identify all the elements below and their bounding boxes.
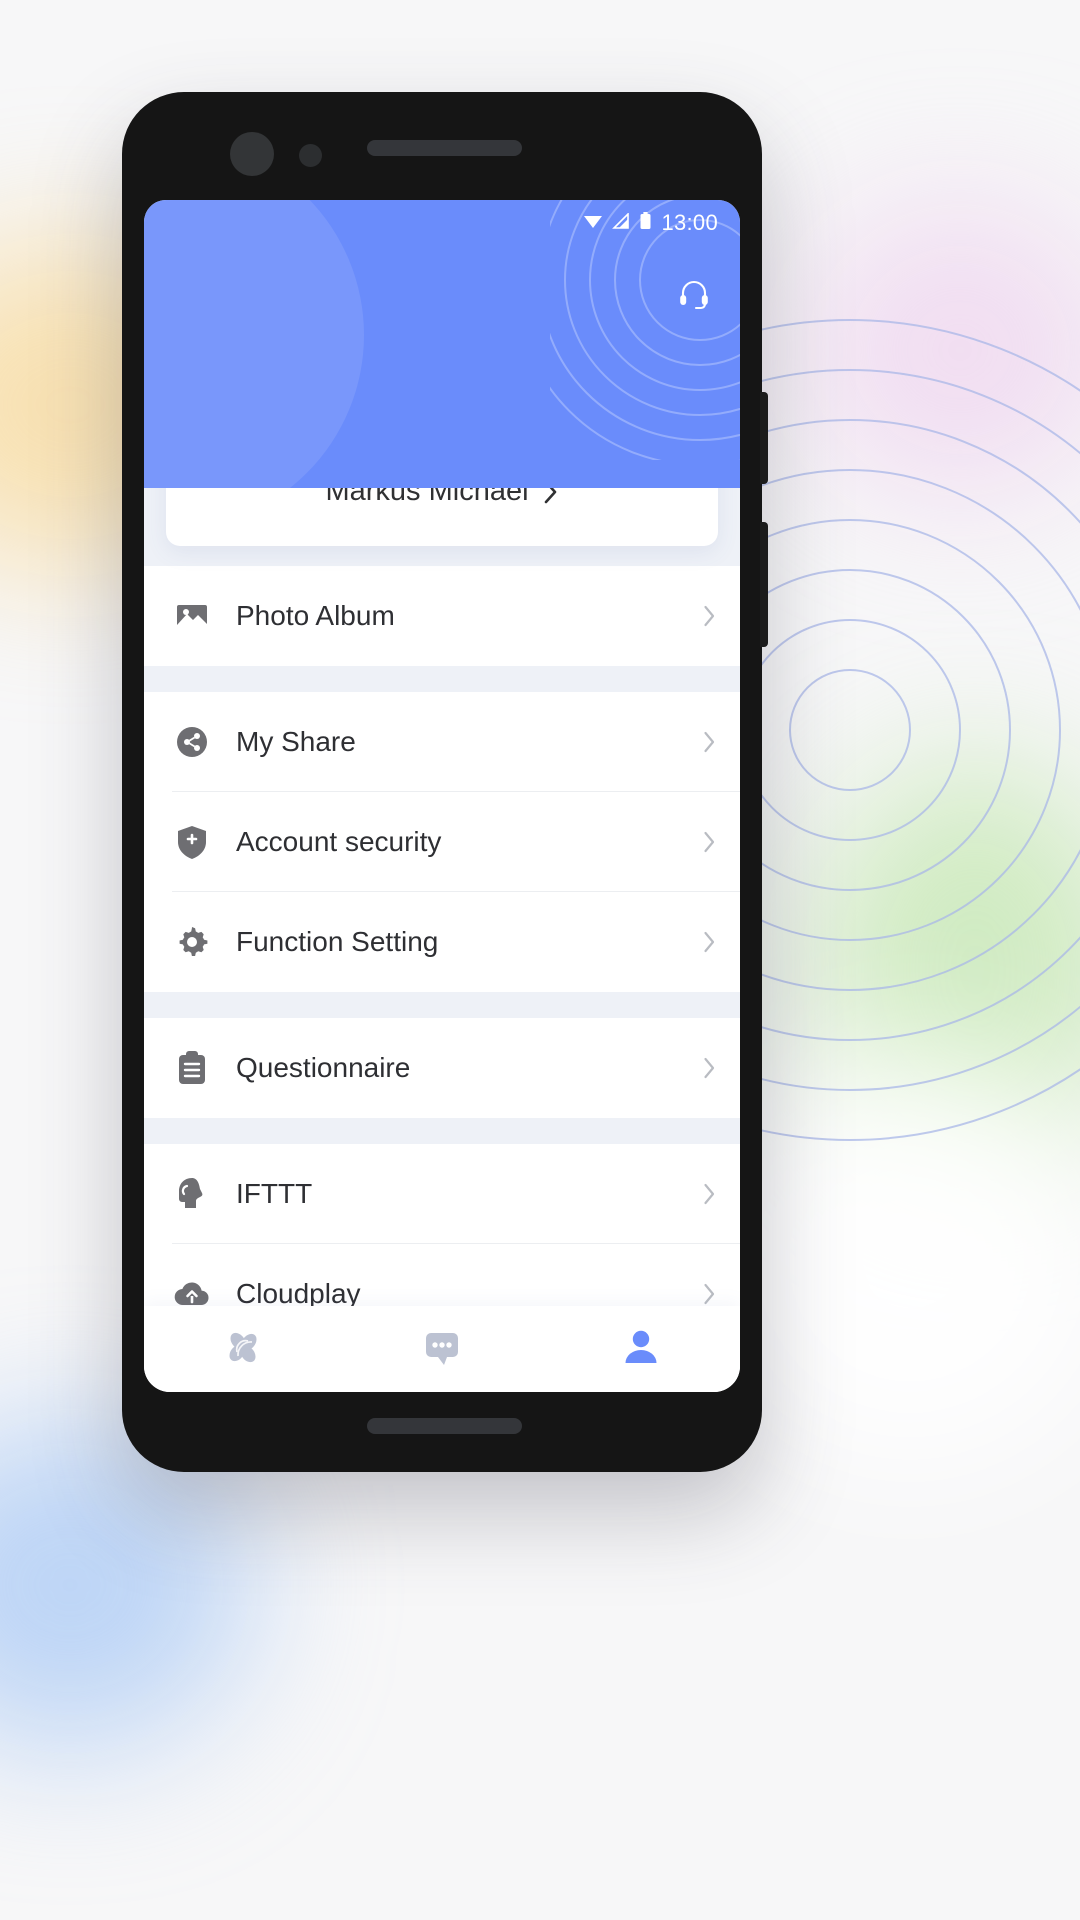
menu-item-function-setting[interactable]: Function Setting [144, 892, 740, 992]
power-button[interactable] [760, 392, 768, 484]
group-separator [144, 992, 740, 1018]
menu-item-photo-album[interactable]: Photo Album [144, 566, 740, 666]
status-time: 13:00 [661, 210, 718, 235]
person-icon [619, 1325, 663, 1374]
menu-item-ifttt[interactable]: IFTTT [144, 1144, 740, 1244]
headset-icon [676, 276, 712, 317]
volume-button[interactable] [760, 522, 768, 647]
camera-sensor-icon [299, 144, 322, 167]
menu-list: Photo Album My Share Account security Fu… [144, 488, 740, 1344]
profile-name: Markus Michael [325, 488, 529, 507]
signal-icon [612, 211, 630, 234]
clipboard-icon [172, 1048, 212, 1088]
menu-group: My Share Account security Function Setti… [144, 692, 740, 992]
customer-support-button[interactable] [672, 274, 716, 318]
chevron-right-icon [543, 488, 559, 505]
menu-item-account-security[interactable]: Account security [144, 792, 740, 892]
status-bar: 13:00 [144, 200, 740, 246]
menu-item-label: IFTTT [236, 1178, 313, 1209]
chevron-right-icon [703, 605, 716, 627]
profile-header: 13:00 [144, 200, 740, 488]
group-separator [144, 666, 740, 692]
chevron-right-icon [703, 731, 716, 753]
menu-group: Questionnaire [144, 1018, 740, 1118]
gear-icon [172, 922, 212, 962]
menu-item-label: Photo Album [236, 600, 395, 631]
group-separator [144, 1118, 740, 1144]
menu-item-label: My Share [236, 726, 356, 757]
head-profile-icon [172, 1174, 212, 1214]
chat-bubble-icon [420, 1325, 464, 1374]
chevron-right-icon [703, 1283, 716, 1305]
profile-card[interactable]: Markus Michael [166, 488, 718, 546]
nav-item-profile[interactable] [541, 1306, 740, 1392]
menu-item-label: Questionnaire [236, 1052, 411, 1083]
chevron-right-icon [703, 931, 716, 953]
phone-screen: 13:00 Markus Michael Photo Album My Shar… [144, 200, 740, 1392]
profile-name-row[interactable]: Markus Michael [325, 488, 558, 508]
chevron-right-icon [703, 1183, 716, 1205]
chevron-right-icon [703, 831, 716, 853]
wifi-icon [583, 213, 603, 234]
nav-item-messages[interactable] [343, 1306, 542, 1392]
earpiece-speaker [367, 140, 522, 156]
camera-lens-icon [230, 132, 274, 176]
menu-item-my-share[interactable]: My Share [144, 692, 740, 792]
phone-frame: 13:00 Markus Michael Photo Album My Shar… [122, 92, 768, 1472]
bottom-speaker [367, 1418, 522, 1434]
menu-item-label: Function Setting [236, 926, 439, 957]
battery-icon [639, 211, 652, 235]
menu-item-questionnaire[interactable]: Questionnaire [144, 1018, 740, 1118]
pinwheel-icon [220, 1324, 266, 1375]
shield-plus-icon [172, 822, 212, 862]
nav-item-devices[interactable] [144, 1306, 343, 1392]
share-icon [172, 722, 212, 762]
bottom-navigation-bar [144, 1306, 740, 1392]
menu-group: Photo Album [144, 566, 740, 666]
photo-album-icon [172, 596, 212, 636]
chevron-right-icon [703, 1057, 716, 1079]
settings-list-area: Markus Michael Photo Album My Share Acco… [144, 488, 740, 1392]
menu-item-label: Account security [236, 826, 442, 857]
